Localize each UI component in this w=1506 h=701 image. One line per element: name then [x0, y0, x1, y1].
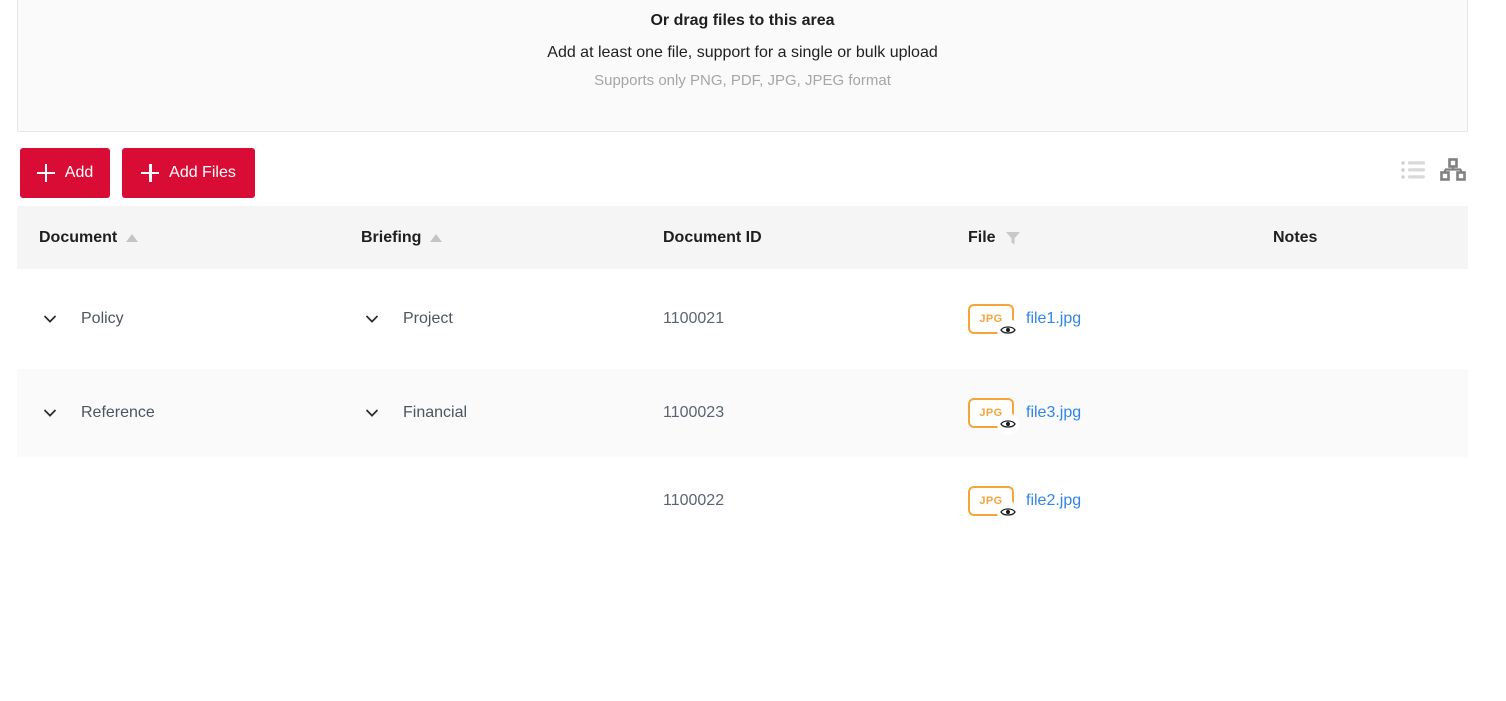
file-upload-page: Or drag files to this area Add at least …: [0, 0, 1506, 701]
preview-eye-icon[interactable]: [997, 501, 1019, 523]
column-header-file[interactable]: File: [946, 229, 1251, 247]
column-header-document-id[interactable]: Document ID: [641, 229, 946, 247]
add-button-label: Add: [64, 164, 94, 181]
cell-document-id: 1100023: [641, 404, 946, 422]
table-header-row: Document Briefing Document ID File Notes: [17, 206, 1468, 269]
jpg-file-icon[interactable]: JPG: [968, 304, 1019, 341]
column-header-label: Document ID: [663, 228, 762, 246]
view-toggle-group: [1400, 158, 1466, 182]
action-bar: Add Add Files: [17, 148, 1468, 198]
jpg-file-icon[interactable]: JPG: [968, 398, 1019, 435]
tree-view-icon[interactable]: [1440, 158, 1466, 182]
cell-file: JPG file2.jpg: [946, 486, 1251, 523]
add-files-button-label: Add Files: [169, 164, 236, 181]
add-button[interactable]: Add: [20, 148, 110, 198]
briefing-value: Financial: [403, 404, 468, 421]
file-link[interactable]: file1.jpg: [1026, 310, 1081, 328]
cell-document: Reference: [17, 404, 339, 422]
column-header-label: Notes: [1273, 228, 1318, 246]
jpg-file-icon[interactable]: JPG: [968, 486, 1019, 523]
preview-eye-icon[interactable]: [997, 319, 1019, 341]
column-header-label: File: [968, 228, 996, 246]
drop-area-title: Or drag files to this area: [650, 12, 835, 29]
cell-briefing: Financial: [339, 404, 641, 422]
plus-icon: [141, 164, 160, 182]
drop-area-subtitle: Add at least one file, support for a sin…: [547, 44, 938, 61]
chevron-down-icon[interactable]: [361, 310, 383, 328]
sort-ascending-icon[interactable]: [430, 233, 443, 242]
documents-table: Document Briefing Document ID File Notes…: [17, 206, 1468, 545]
document-id-value: 1100022: [663, 492, 725, 509]
plus-icon: [36, 164, 55, 182]
column-header-document[interactable]: Document: [17, 229, 339, 247]
chevron-down-icon[interactable]: [39, 404, 61, 422]
cell-file: JPG file1.jpg: [946, 304, 1251, 341]
list-view-icon[interactable]: [1400, 159, 1426, 181]
document-value: Reference: [81, 404, 155, 421]
column-header-label: Briefing: [361, 228, 422, 246]
table-row[interactable]: 1100022 JPG file2.jpg: [17, 457, 1468, 545]
table-row[interactable]: Reference Financial 1100023 JPG file3.jp…: [17, 369, 1468, 457]
document-id-value: 1100023: [663, 404, 725, 421]
column-header-notes[interactable]: Notes: [1251, 229, 1468, 247]
chevron-down-icon[interactable]: [39, 310, 61, 328]
cell-document: Policy: [17, 310, 339, 328]
add-files-button[interactable]: Add Files: [122, 148, 255, 198]
preview-eye-icon[interactable]: [997, 413, 1019, 435]
file-link[interactable]: file3.jpg: [1026, 404, 1081, 422]
drop-area-format-hint: Supports only PNG, PDF, JPG, JPEG format: [594, 72, 891, 89]
filter-icon[interactable]: [1005, 230, 1021, 246]
cell-file: JPG file3.jpg: [946, 398, 1251, 435]
document-value: Policy: [81, 310, 124, 327]
cell-briefing: Project: [339, 310, 641, 328]
cell-document-id: 1100021: [641, 310, 946, 328]
column-header-briefing[interactable]: Briefing: [339, 229, 641, 247]
briefing-value: Project: [403, 310, 453, 327]
file-drop-area[interactable]: Or drag files to this area Add at least …: [17, 0, 1468, 132]
cell-document-id: 1100022: [641, 492, 946, 510]
sort-ascending-icon[interactable]: [126, 233, 139, 242]
file-link[interactable]: file2.jpg: [1026, 492, 1081, 510]
document-id-value: 1100021: [663, 310, 725, 327]
table-row[interactable]: Policy Project 1100021 JPG file1.jpg: [17, 269, 1468, 369]
chevron-down-icon[interactable]: [361, 404, 383, 422]
column-header-label: Document: [39, 228, 118, 246]
